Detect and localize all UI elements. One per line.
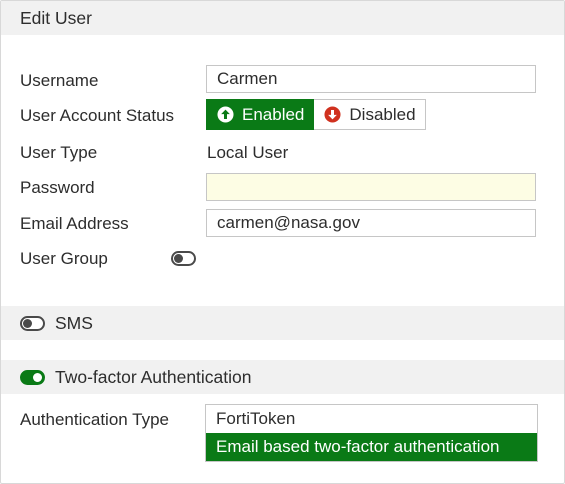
email-field[interactable]: carmen@nasa.gov bbox=[206, 209, 536, 237]
password-field[interactable] bbox=[206, 173, 536, 201]
user-type-value: Local User bbox=[207, 143, 289, 162]
account-status-toggle[interactable]: Enabled Disabled bbox=[206, 99, 426, 130]
status-enabled-button[interactable]: Enabled bbox=[206, 99, 315, 130]
edit-user-header: Edit User bbox=[1, 1, 564, 35]
email-label: Email Address bbox=[20, 214, 129, 233]
page-title: Edit User bbox=[20, 7, 92, 28]
toggle-knob bbox=[174, 254, 183, 263]
two-factor-section-header: Two-factor Authentication bbox=[1, 360, 564, 394]
status-disabled-button[interactable]: Disabled bbox=[314, 100, 425, 129]
arrow-down-circle-icon bbox=[324, 106, 341, 123]
auth-type-option-email[interactable]: Email based two-factor authentication bbox=[206, 433, 537, 461]
sms-section-header: SMS bbox=[1, 306, 564, 340]
edit-user-panel: Edit User Username Carmen User Account S… bbox=[0, 0, 565, 484]
status-enabled-label: Enabled bbox=[242, 104, 305, 124]
toggle-knob bbox=[33, 372, 42, 382]
arrow-up-circle-icon bbox=[217, 106, 234, 123]
auth-type-option-fortitoken[interactable]: FortiToken bbox=[206, 405, 537, 433]
sms-label: SMS bbox=[55, 312, 93, 333]
auth-type-list[interactable]: FortiToken Email based two-factor authen… bbox=[205, 404, 538, 462]
two-factor-label: Two-factor Authentication bbox=[55, 366, 252, 387]
account-status-label: User Account Status bbox=[20, 106, 175, 125]
user-type-label: User Type bbox=[20, 143, 98, 162]
username-field[interactable]: Carmen bbox=[206, 65, 536, 93]
sms-toggle[interactable] bbox=[20, 315, 45, 331]
user-group-label: User Group bbox=[20, 249, 108, 268]
username-label: Username bbox=[20, 71, 99, 90]
user-group-toggle[interactable] bbox=[171, 251, 196, 266]
auth-type-label: Authentication Type bbox=[20, 410, 170, 429]
status-disabled-label: Disabled bbox=[349, 104, 416, 124]
toggle-knob bbox=[23, 318, 32, 328]
two-factor-toggle[interactable] bbox=[20, 369, 45, 385]
password-label: Password bbox=[20, 178, 95, 197]
